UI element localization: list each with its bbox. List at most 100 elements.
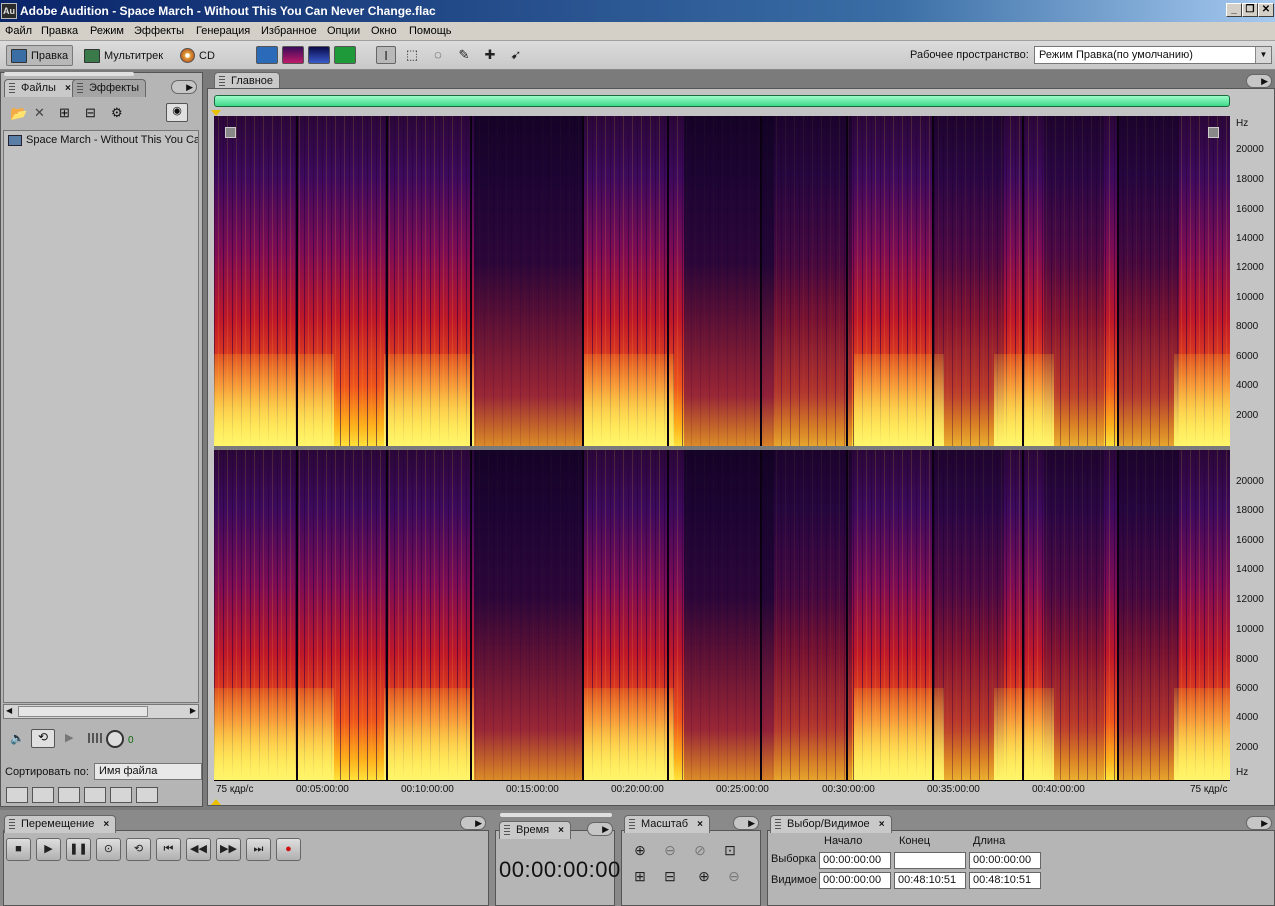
waveform-icon <box>11 48 27 63</box>
workspace-select[interactable]: Режим Правка(по умолчанию) ▼ <box>1034 46 1272 64</box>
overview-bar[interactable] <box>214 95 1230 107</box>
play-from-cursor-button[interactable]: ⊙ <box>96 838 121 861</box>
filter-audio-icon[interactable] <box>6 787 28 803</box>
multitrack-view-button[interactable]: Мультитрек <box>80 45 167 66</box>
pan-display-button[interactable] <box>308 46 330 64</box>
spectrogram-right-channel[interactable] <box>214 450 1230 780</box>
tab-transport[interactable]: Перемещение × <box>4 815 117 833</box>
menu-effects[interactable]: Эффекты <box>134 25 184 37</box>
close-icon[interactable]: × <box>103 819 109 830</box>
import-file-icon[interactable]: 📂 <box>10 105 28 121</box>
visible-length-field[interactable]: 00:48:10:51 <box>969 872 1041 889</box>
close-icon[interactable]: × <box>879 819 885 830</box>
fade-in-handle[interactable] <box>225 127 236 138</box>
time-panel-scrollbar[interactable] <box>500 813 612 817</box>
menu-generate[interactable]: Генерация <box>196 25 250 37</box>
stop-button[interactable]: ■ <box>6 838 31 861</box>
zoom-left-edge-icon[interactable]: ⊞ <box>630 866 650 886</box>
sort-select[interactable]: Имя файла <box>94 763 202 780</box>
selection-length-field[interactable]: 00:00:00:00 <box>969 852 1041 869</box>
edit-file-icon[interactable]: ⚙ <box>111 105 129 121</box>
fast-forward-button[interactable]: ▶▶ <box>216 838 241 861</box>
cd-view-button[interactable]: CD <box>176 45 219 66</box>
loop-button[interactable]: ⟲ <box>126 838 151 861</box>
visible-end-field[interactable]: 00:48:10:51 <box>894 872 966 889</box>
tab-zoom[interactable]: Масштаб × <box>624 815 710 833</box>
transport-panel-menu-button[interactable]: ▶ <box>460 816 486 830</box>
x-tick-label: 00:35:00:00 <box>927 784 980 795</box>
close-file-icon[interactable]: ✕ <box>34 105 52 121</box>
pause-button[interactable]: ❚❚ <box>66 838 91 861</box>
close-icon[interactable]: × <box>65 83 71 94</box>
edit-view-button[interactable]: Правка <box>6 45 74 66</box>
phase-display-button[interactable] <box>334 46 356 64</box>
scroll-thumb[interactable] <box>18 706 148 717</box>
files-panel-scrollbar[interactable] <box>4 72 134 76</box>
play-button[interactable]: ▶ <box>36 838 61 861</box>
grip-icon <box>629 819 635 830</box>
move-tool[interactable]: ➹ <box>506 46 526 64</box>
spectral-display-button[interactable] <box>282 46 304 64</box>
healing-tool[interactable]: ✚ <box>480 46 500 64</box>
filter-options-icon[interactable] <box>110 787 132 803</box>
menu-help[interactable]: Помощь <box>409 25 452 37</box>
filter-loop-icon[interactable] <box>32 787 54 803</box>
close-icon[interactable]: × <box>558 825 564 836</box>
zoom-out-vertical-icon[interactable]: ⊖ <box>724 866 744 886</box>
scroll-right-icon[interactable]: ▶ <box>190 706 196 715</box>
files-panel-menu-button[interactable]: ▶ <box>171 80 197 94</box>
scroll-left-icon[interactable]: ◀ <box>6 706 12 715</box>
rewind-button[interactable]: ◀◀ <box>186 838 211 861</box>
loop-play-icon[interactable]: ⟲ <box>31 729 55 748</box>
zoom-in-vertical-icon[interactable]: ⊕ <box>694 866 714 886</box>
insert-multitrack-icon[interactable]: ⊞ <box>59 105 77 121</box>
restore-button[interactable]: ❐ <box>1242 3 1258 17</box>
zoom-out-horizontal-icon[interactable]: ⊖ <box>660 840 680 860</box>
record-button[interactable]: ● <box>276 838 301 861</box>
filter-video-icon[interactable] <box>58 787 80 803</box>
speaker-icon[interactable]: 🔈 <box>10 731 25 745</box>
zoom-out-full-icon[interactable]: ⊘ <box>690 840 710 860</box>
selection-panel-menu-button[interactable]: ▶ <box>1246 816 1272 830</box>
filter-midi-icon[interactable] <box>84 787 106 803</box>
brush-tool[interactable]: ✎ <box>454 46 474 64</box>
menu-options[interactable]: Опции <box>327 25 360 37</box>
playhead-bottom-marker[interactable] <box>211 799 221 805</box>
close-icon[interactable]: × <box>697 819 703 830</box>
selection-end-field[interactable] <box>894 852 966 869</box>
go-to-end-button[interactable]: ⏭ <box>246 838 271 861</box>
volume-knob[interactable] <box>106 730 124 748</box>
fade-out-handle[interactable] <box>1208 127 1219 138</box>
tab-selection-view[interactable]: Выбор/Видимое × <box>770 815 892 833</box>
menu-favorites[interactable]: Избранное <box>261 25 317 37</box>
tab-files[interactable]: Файлы × <box>4 79 78 97</box>
marquee-tool[interactable]: ⬚ <box>402 46 422 64</box>
zoom-in-horizontal-icon[interactable]: ⊕ <box>630 840 650 860</box>
tab-effects[interactable]: Эффекты <box>72 79 147 97</box>
tab-time[interactable]: Время × <box>499 821 571 839</box>
zoom-right-edge-icon[interactable]: ⊟ <box>660 866 680 886</box>
file-list-scrollbar[interactable]: ◀ ▶ <box>3 704 199 719</box>
time-panel-menu-button[interactable]: ▶ <box>587 822 613 836</box>
menu-file[interactable]: Файл <box>5 25 32 37</box>
zoom-panel-menu-button[interactable]: ▶ <box>733 816 759 830</box>
waveform-display-button[interactable] <box>256 46 278 64</box>
visible-start-field[interactable]: 00:00:00:00 <box>819 872 891 889</box>
visible-row-label: Видимое <box>771 874 817 886</box>
lasso-tool[interactable]: ◌ <box>428 46 448 64</box>
zoom-selection-icon[interactable]: ⊡ <box>720 840 740 860</box>
menu-edit[interactable]: Правка <box>41 25 78 37</box>
spectrogram-left-channel[interactable] <box>214 116 1230 446</box>
show-options-icon[interactable]: ◉ <box>166 103 188 122</box>
menu-window[interactable]: Окно <box>371 25 397 37</box>
time-selection-tool[interactable]: I <box>376 46 396 64</box>
selection-start-field[interactable]: 00:00:00:00 <box>819 852 891 869</box>
minimize-button[interactable]: _ <box>1226 3 1242 17</box>
play-preview-icon[interactable]: ▶ <box>65 731 73 744</box>
close-button[interactable]: ✕ <box>1258 3 1274 17</box>
insert-cd-icon[interactable]: ⊟ <box>85 105 103 121</box>
main-panel-menu-button[interactable]: ▶ <box>1246 74 1272 88</box>
go-to-start-button[interactable]: ⏮ <box>156 838 181 861</box>
menu-mode[interactable]: Режим <box>90 25 124 37</box>
filter-cd-icon[interactable] <box>136 787 158 803</box>
